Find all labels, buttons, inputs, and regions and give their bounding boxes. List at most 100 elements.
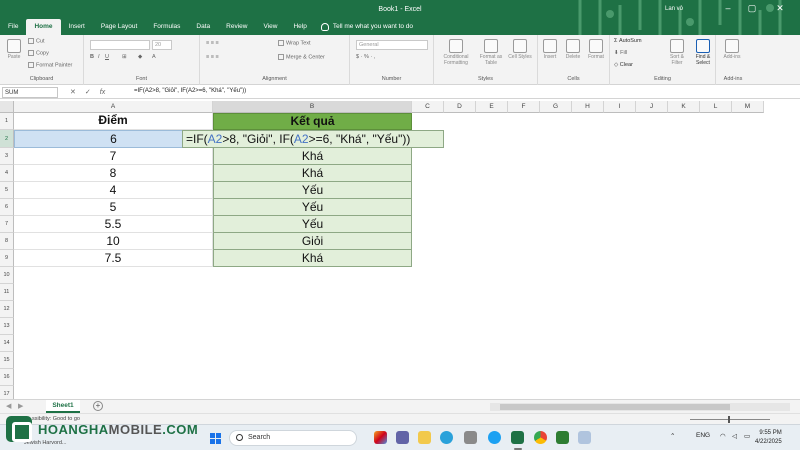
copy-button[interactable]: Copy bbox=[28, 50, 49, 56]
row-header-10[interactable]: 10 bbox=[0, 267, 14, 284]
clock[interactable]: 9:55 PM 4/22/2025 bbox=[755, 429, 782, 447]
row-header-8[interactable]: 8 bbox=[0, 233, 14, 250]
row-header-9[interactable]: 9 bbox=[0, 250, 14, 267]
conditional-formatting-button[interactable]: Conditional Formatting bbox=[438, 39, 474, 66]
italic-button[interactable]: I bbox=[98, 54, 100, 60]
cell-b9[interactable]: Khá bbox=[213, 250, 412, 267]
maximize-icon[interactable]: ▢ bbox=[742, 3, 762, 13]
font-name-select[interactable] bbox=[90, 40, 150, 50]
cell-b7[interactable]: Yếu bbox=[213, 216, 412, 233]
bold-button[interactable]: B bbox=[90, 54, 94, 60]
row-header-17[interactable]: 17 bbox=[0, 386, 14, 399]
row-header-15[interactable]: 15 bbox=[0, 352, 14, 369]
row-header-3[interactable]: 3 bbox=[0, 148, 14, 165]
file-explorer-icon[interactable] bbox=[418, 431, 431, 444]
cell-a8[interactable]: 10 bbox=[14, 233, 213, 250]
tab-page-layout[interactable]: Page Layout bbox=[93, 19, 146, 35]
align-top-icon[interactable]: ≡ ≡ ≡ bbox=[206, 40, 219, 46]
language-indicator[interactable]: ENG bbox=[696, 432, 710, 439]
tray-chevron-icon[interactable]: ⌃ bbox=[670, 432, 675, 440]
wifi-icon[interactable]: ◠ bbox=[720, 432, 726, 440]
cell-a6[interactable]: 5 bbox=[14, 199, 213, 216]
row-header-2[interactable]: 2 bbox=[0, 130, 14, 148]
row-header-4[interactable]: 4 bbox=[0, 165, 14, 182]
clear-button[interactable]: ◇ Clear bbox=[614, 62, 633, 68]
cell-a5[interactable]: 4 bbox=[14, 182, 213, 199]
taskbar-search[interactable]: Search bbox=[229, 430, 357, 446]
find-select-button[interactable]: Find & Select bbox=[690, 39, 716, 66]
sheet-next-icon[interactable]: ▶ bbox=[18, 402, 23, 410]
addins-button[interactable]: Add-ins bbox=[720, 39, 744, 60]
sort-filter-button[interactable]: Sort & Filter bbox=[664, 39, 690, 66]
column-header-d[interactable]: D bbox=[444, 101, 476, 113]
snipping-tool-icon[interactable] bbox=[578, 431, 591, 444]
align-left-icon[interactable]: ≡ ≡ ≡ bbox=[206, 54, 219, 60]
column-header-i[interactable]: I bbox=[604, 101, 636, 113]
cell-styles-button[interactable]: Cell Styles bbox=[507, 39, 533, 60]
tab-home[interactable]: Home bbox=[26, 19, 61, 35]
sheet-tab[interactable]: Sheet1 bbox=[46, 400, 80, 413]
cell-a3[interactable]: 7 bbox=[14, 148, 213, 165]
row-header-6[interactable]: 6 bbox=[0, 199, 14, 216]
format-painter-button[interactable]: Format Painter bbox=[28, 62, 72, 68]
formula-input[interactable]: =IF(A2>8, "Giỏi", IF(A2>=6, "Khá", "Yếu"… bbox=[134, 88, 246, 94]
underline-button[interactable]: U bbox=[105, 54, 109, 60]
row-header-11[interactable]: 11 bbox=[0, 284, 14, 301]
font-color-icon[interactable]: A bbox=[152, 54, 156, 60]
user-name[interactable]: Lan vô bbox=[665, 6, 683, 12]
tab-formulas[interactable]: Formulas bbox=[145, 19, 188, 35]
horizontal-scrollbar[interactable] bbox=[490, 403, 790, 411]
excel-icon[interactable] bbox=[511, 431, 524, 444]
cell-a7[interactable]: 5.5 bbox=[14, 216, 213, 233]
column-header-j[interactable]: J bbox=[636, 101, 668, 113]
battery-icon[interactable]: ▭ bbox=[744, 432, 750, 440]
column-header-b[interactable]: B bbox=[213, 101, 412, 113]
column-header-f[interactable]: F bbox=[508, 101, 540, 113]
copilot-icon[interactable] bbox=[374, 431, 387, 444]
row-header-1[interactable]: 1 bbox=[0, 113, 14, 130]
row-header-5[interactable]: 5 bbox=[0, 182, 14, 199]
cell-a4[interactable]: 8 bbox=[14, 165, 213, 182]
row-header-16[interactable]: 16 bbox=[0, 369, 14, 386]
cancel-icon[interactable]: ✕ bbox=[70, 89, 76, 96]
row-header-13[interactable]: 13 bbox=[0, 318, 14, 335]
fx-icon[interactable]: fx bbox=[100, 89, 105, 96]
paste-button[interactable]: Paste bbox=[2, 39, 26, 60]
store-icon[interactable] bbox=[464, 431, 477, 444]
tell-me-box[interactable]: Tell me what you want to do bbox=[315, 19, 421, 35]
column-header-m[interactable]: M bbox=[732, 101, 764, 113]
scroll-thumb[interactable] bbox=[500, 404, 730, 410]
tab-review[interactable]: Review bbox=[218, 19, 255, 35]
app-icon[interactable] bbox=[556, 431, 569, 444]
merge-center-button[interactable]: Merge & Center bbox=[278, 54, 325, 60]
cell-b8[interactable]: Giỏi bbox=[213, 233, 412, 250]
enter-icon[interactable]: ✓ bbox=[85, 89, 91, 96]
telegram-icon[interactable] bbox=[440, 431, 453, 444]
cell-b4[interactable]: Khá bbox=[213, 165, 412, 182]
column-header-c[interactable]: C bbox=[412, 101, 444, 113]
font-size-select[interactable]: 20 bbox=[152, 40, 172, 50]
cut-button[interactable]: Cut bbox=[28, 38, 45, 44]
wrap-text-button[interactable]: Wrap Text bbox=[278, 40, 311, 46]
cell-a9[interactable]: 7.5 bbox=[14, 250, 213, 267]
cell-b1[interactable]: Kết quả bbox=[213, 113, 412, 130]
borders-icon[interactable]: ⊞ bbox=[122, 54, 127, 60]
add-sheet-icon[interactable]: + bbox=[93, 401, 103, 411]
tab-data[interactable]: Data bbox=[188, 19, 218, 35]
fill-color-icon[interactable]: ◆ bbox=[138, 54, 142, 60]
row-header-14[interactable]: 14 bbox=[0, 335, 14, 352]
cell-b6[interactable]: Yếu bbox=[213, 199, 412, 216]
sheet-prev-icon[interactable]: ◀ bbox=[6, 402, 11, 410]
column-header-e[interactable]: E bbox=[476, 101, 508, 113]
cell-b3[interactable]: Khá bbox=[213, 148, 412, 165]
tab-view[interactable]: View bbox=[255, 19, 285, 35]
column-header-g[interactable]: G bbox=[540, 101, 572, 113]
minimize-icon[interactable]: – bbox=[718, 3, 738, 13]
windows-start-icon[interactable] bbox=[210, 433, 221, 444]
row-header-12[interactable]: 12 bbox=[0, 301, 14, 318]
column-header-a[interactable]: A bbox=[14, 101, 213, 113]
format-button[interactable]: Format bbox=[584, 39, 608, 60]
volume-icon[interactable]: ◁ bbox=[732, 432, 737, 440]
worksheet-grid[interactable]: ABCDEFGHIJKLM 1 2 3 4 5 6 7 8 9 10 11 12 13 14 15 16 17 … bbox=[0, 101, 800, 399]
name-box[interactable]: SUM bbox=[2, 87, 58, 98]
